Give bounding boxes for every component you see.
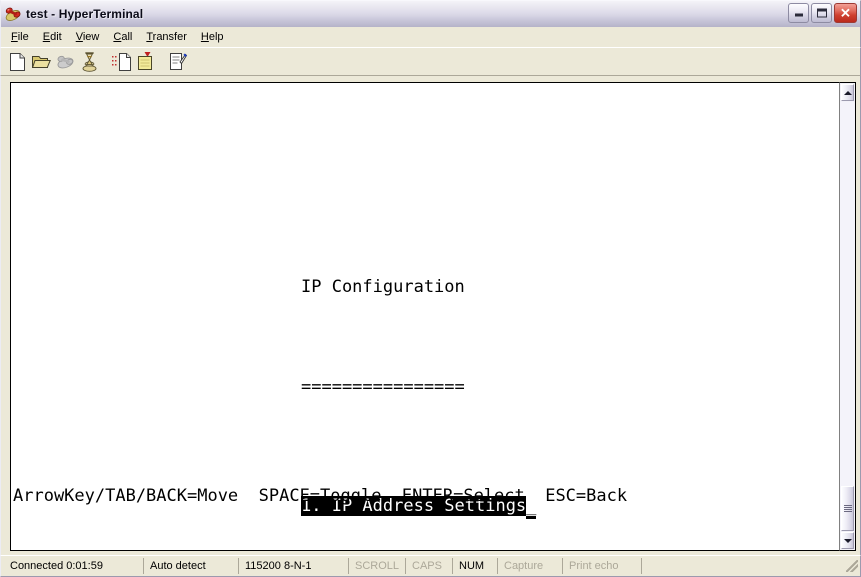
client-area: IP Configuration ================ 1. IP … (0, 76, 861, 555)
minimize-button[interactable] (788, 3, 809, 23)
status-num: NUM (452, 558, 497, 574)
send-icon[interactable] (110, 51, 133, 73)
terminal-screen-frame[interactable]: IP Configuration ================ 1. IP … (10, 82, 839, 551)
menu-item-transfer-label: ransfer (152, 31, 187, 43)
status-detect: Auto detect (143, 558, 238, 574)
minimize-icon (794, 13, 803, 17)
disconnect-icon[interactable] (78, 51, 101, 73)
scrollbar-thumb[interactable] (841, 486, 854, 531)
window-buttons: ✕ (788, 3, 857, 23)
grip-icon (843, 505, 852, 512)
menu-item-edit[interactable]: Edit (36, 29, 69, 45)
menu-item-view[interactable]: View (69, 29, 107, 45)
scrollbar-track[interactable] (840, 102, 855, 531)
status-caps: CAPS (405, 558, 452, 574)
terminal-output[interactable]: IP Configuration ================ 1. IP … (11, 83, 839, 550)
scroll-down-button[interactable] (841, 532, 854, 549)
properties-icon[interactable] (166, 51, 189, 73)
status-print-echo: Print echo (562, 558, 641, 574)
menu-item-call-label: all (121, 31, 133, 43)
status-baud: 115200 8-N-1 (238, 558, 348, 574)
menu-item-file-label: ile (17, 31, 29, 43)
status-bar: Connected 0:01:59 Auto detect 115200 8-N… (0, 555, 861, 577)
close-icon: ✕ (840, 5, 851, 21)
close-button[interactable]: ✕ (834, 3, 857, 23)
status-filler (641, 558, 844, 574)
toolbar (0, 47, 861, 76)
resize-grip-icon[interactable] (844, 558, 860, 574)
open-icon[interactable] (30, 51, 53, 73)
chevron-up-icon (843, 90, 852, 95)
menu-item-help[interactable]: Help (194, 29, 231, 45)
hyperterminal-window: test - HyperTerminal ✕ File Edit View Ca… (0, 0, 861, 577)
terminal-title-underline: ================ (301, 377, 465, 397)
menu-item-call[interactable]: Call (106, 29, 139, 45)
menu-item-edit-label: dit (50, 31, 62, 43)
vertical-scrollbar[interactable] (839, 82, 856, 551)
status-scroll: SCROLL (348, 558, 405, 574)
status-capture: Capture (497, 558, 562, 574)
menu-item-transfer[interactable]: Transfer (139, 29, 194, 45)
call-icon (54, 51, 77, 73)
terminal-help-line: ArrowKey/TAB/BACK=Move SPACE=Toggle ENTE… (13, 486, 628, 506)
window-title: test - HyperTerminal (26, 7, 144, 21)
new-connection-icon[interactable] (6, 51, 29, 73)
terminal-title: IP Configuration (301, 277, 465, 297)
status-connected: Connected 0:01:59 (10, 560, 103, 572)
title-bar[interactable]: test - HyperTerminal ✕ (0, 0, 861, 27)
menu-item-view-label: iew (82, 31, 100, 43)
chevron-down-icon (843, 538, 852, 543)
menu-item-help-label: elp (208, 31, 224, 43)
menu-item-file[interactable]: File (4, 29, 36, 45)
maximize-icon (816, 8, 827, 18)
phone-icon (4, 5, 22, 23)
maximize-button[interactable] (811, 3, 832, 23)
scroll-up-button[interactable] (841, 84, 854, 101)
receive-icon[interactable] (134, 51, 157, 73)
menu-bar: File Edit View Call Transfer Help (0, 27, 861, 47)
